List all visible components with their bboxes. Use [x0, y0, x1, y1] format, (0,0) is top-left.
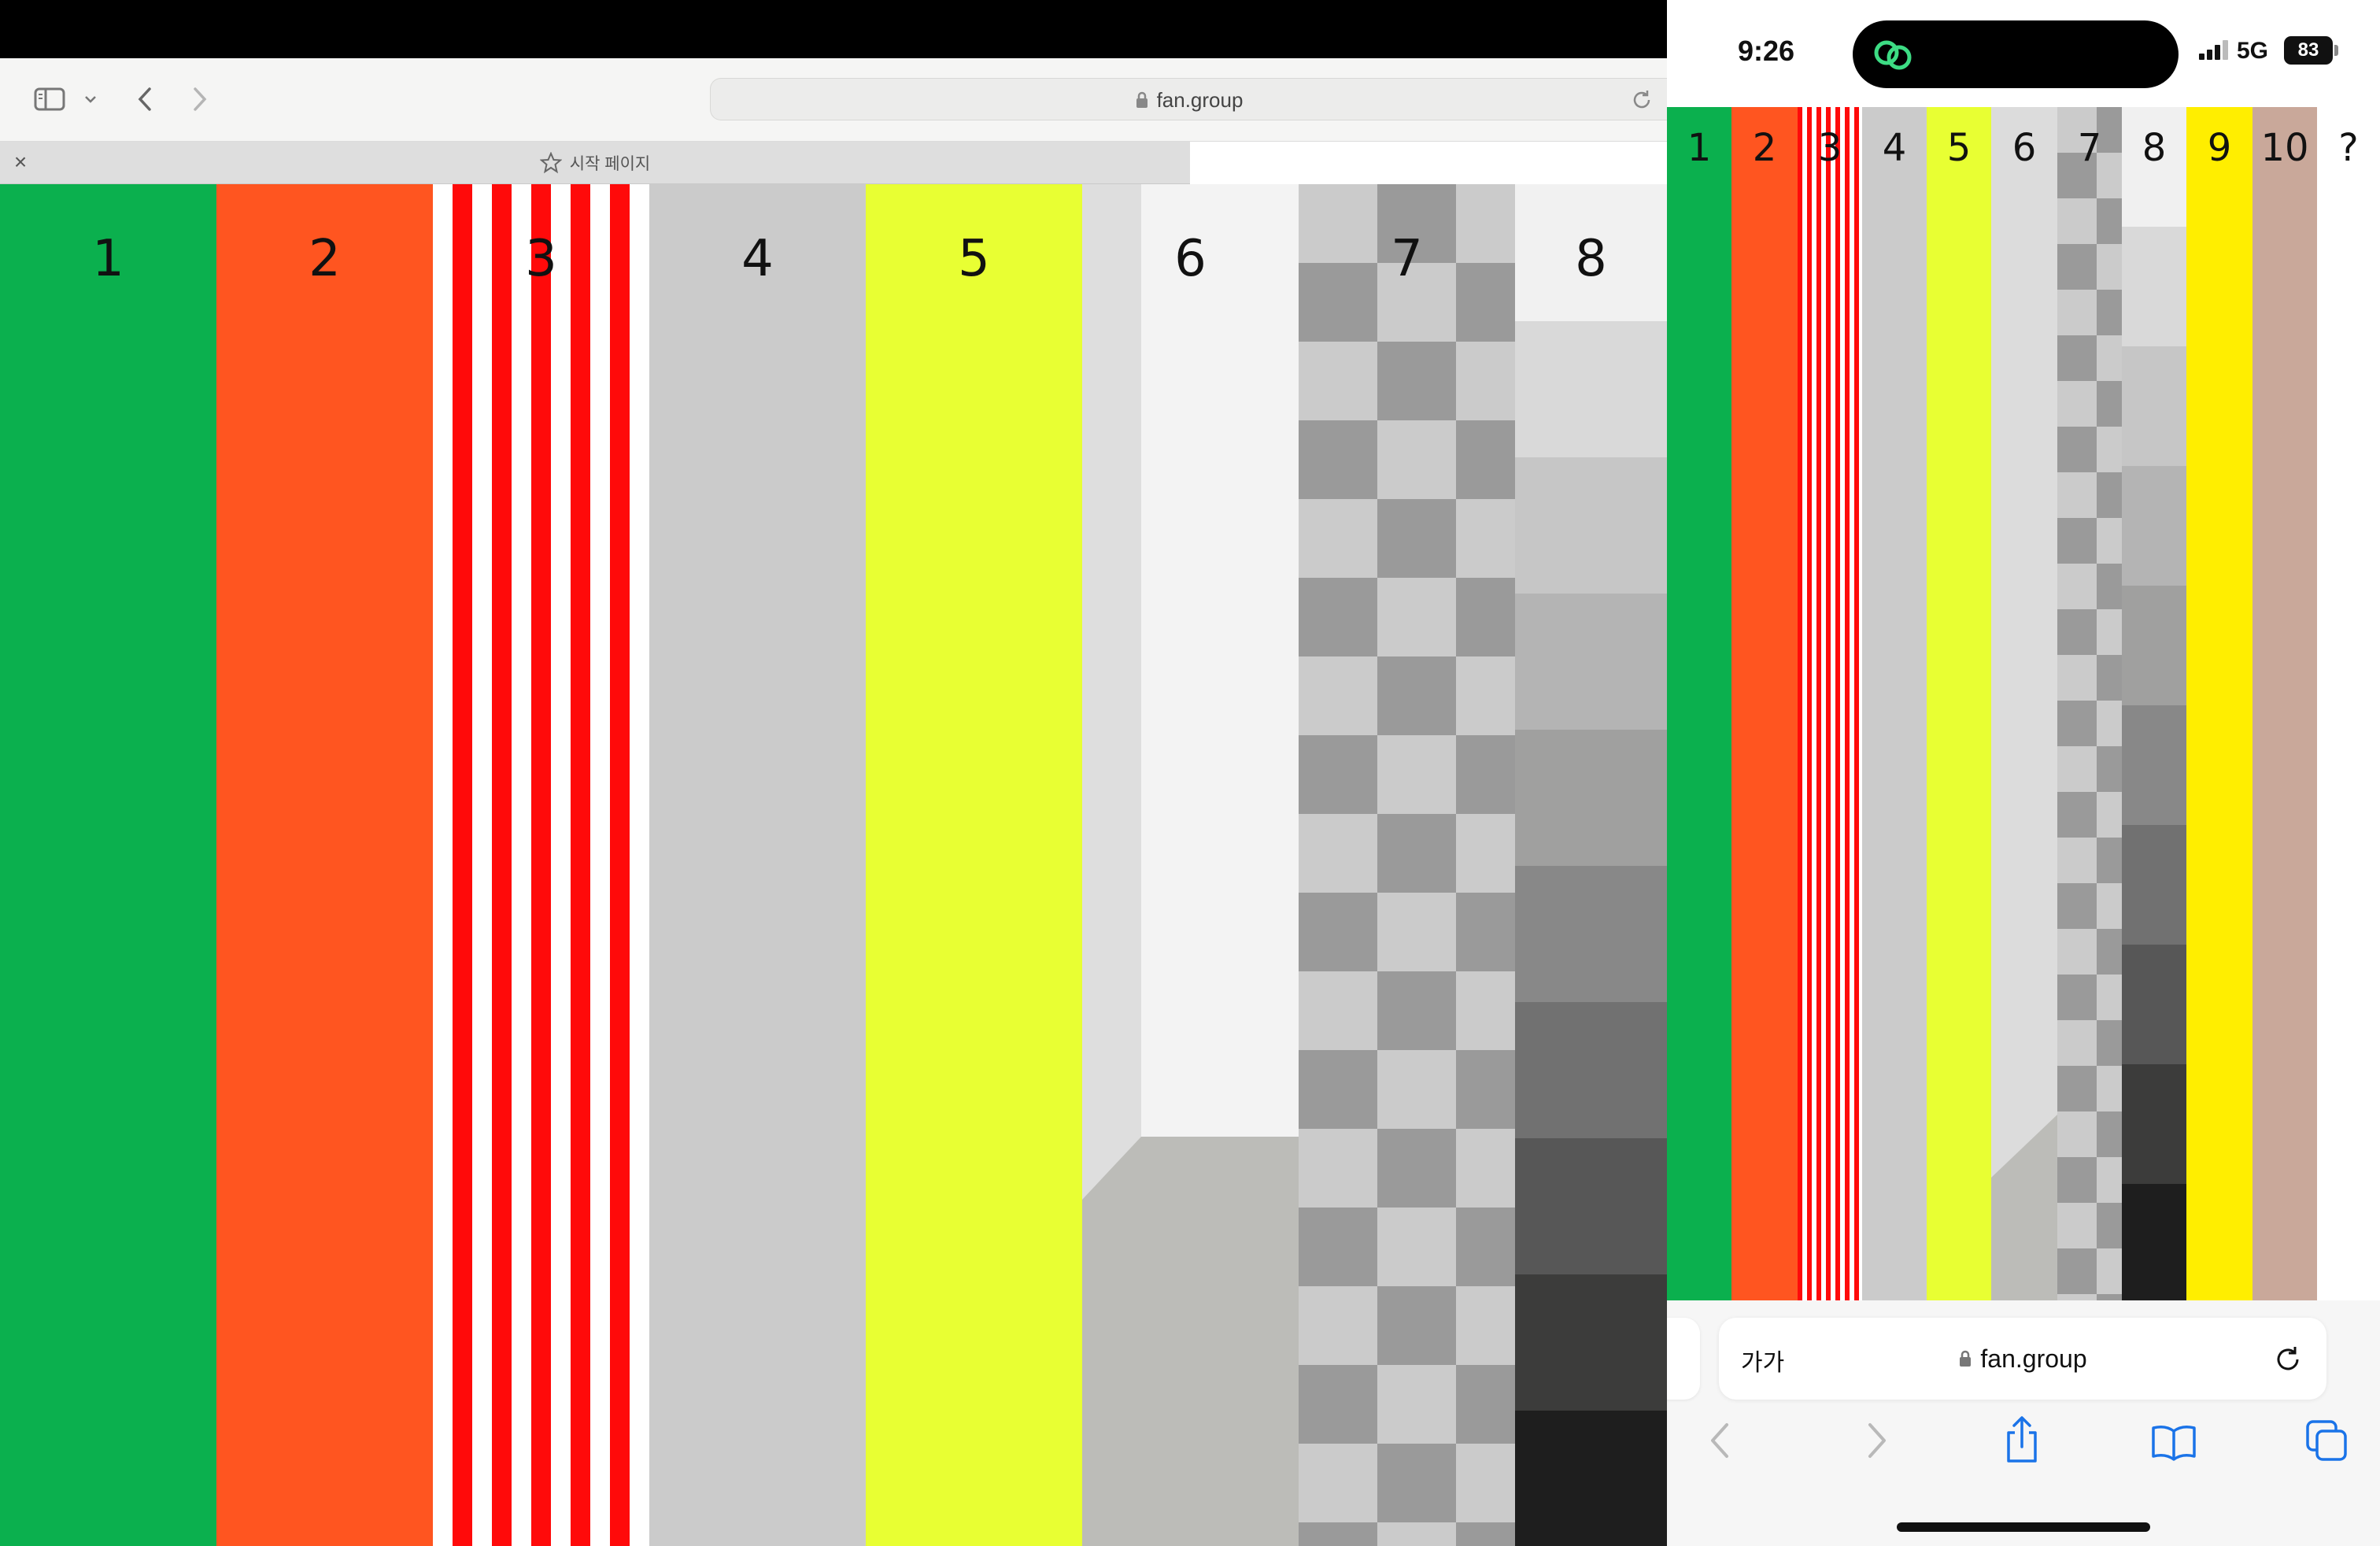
column-label: 6 [1174, 230, 1207, 288]
phone-test-pattern: 1 2 3 4 5 6 7 8 9 10 ? [1667, 107, 2380, 1300]
back-icon[interactable] [134, 82, 156, 117]
grayscale-steps [1515, 184, 1667, 1546]
gray-step [2122, 945, 2186, 1064]
gray-step [1515, 1274, 1667, 1411]
star-icon [539, 152, 562, 174]
forward-icon[interactable] [189, 82, 211, 117]
sidebar-icon[interactable] [31, 83, 68, 115]
column-4[interactable]: 4 [649, 184, 866, 1546]
network-type: 5G [2237, 38, 2269, 64]
column-8[interactable]: 8 [1515, 184, 1667, 1546]
reload-icon[interactable] [2273, 1344, 2303, 1374]
column-label: 5 [958, 230, 990, 288]
gray-step [2122, 227, 2186, 346]
url-text: fan.group [1156, 87, 1244, 112]
phone-column-5[interactable]: 5 [1927, 107, 1991, 1300]
grayscale-steps [2122, 107, 2186, 1300]
safari-bottom-bar: 가가 fan.group [1667, 1300, 2380, 1546]
previous-tab-peek[interactable] [1667, 1318, 1700, 1400]
reload-icon[interactable] [1631, 89, 1653, 111]
corner-pattern [1991, 1115, 2057, 1300]
column-label: 3 [1817, 126, 1842, 170]
column-label: 2 [309, 230, 341, 288]
column-label: 8 [2142, 126, 2167, 170]
gray-step [2122, 825, 2186, 945]
tab-title: 시작 페이지 [569, 155, 651, 173]
test-pattern-page: 1 2 3 4 5 6 7 8 [0, 184, 1667, 1546]
battery-icon: 83 [2284, 36, 2333, 65]
phone-column-2[interactable]: 2 [1731, 107, 1798, 1300]
column-1[interactable]: 1 [0, 184, 216, 1546]
gray-step [1515, 730, 1667, 866]
column-3[interactable]: 3 [433, 184, 649, 1546]
phone-column-8[interactable]: 8 [2122, 107, 2186, 1300]
gray-step [1515, 866, 1667, 1002]
battery-level: 83 [2297, 39, 2319, 61]
status-bar: 9:26 5G 83 [1667, 0, 2380, 107]
column-6[interactable]: 6 [1082, 184, 1299, 1546]
column-label: 6 [2012, 126, 2037, 170]
phone-column-3[interactable]: 3 [1798, 107, 1862, 1300]
gray-step [2122, 1064, 2186, 1184]
column-label: 4 [741, 230, 774, 288]
column-label: 10 [2260, 126, 2309, 170]
gray-step [1515, 1138, 1667, 1274]
column-2[interactable]: 2 [216, 184, 433, 1546]
column-label: 8 [1575, 230, 1607, 288]
url-text: fan.group [1980, 1344, 2087, 1373]
corner-pattern [1082, 184, 1299, 1546]
gray-step [2122, 466, 2186, 586]
gray-step [2122, 1184, 2186, 1300]
tab-bar: × 시작 페이지 [0, 142, 1190, 184]
gray-step [2122, 346, 2186, 466]
forward-icon[interactable] [1862, 1420, 1890, 1461]
column-label: 1 [1687, 126, 1712, 170]
home-indicator [1897, 1522, 2150, 1532]
column-label: 5 [1946, 126, 1972, 170]
phone-column-help[interactable]: ? [2317, 107, 2380, 1300]
safari-toolbar: fan.group [0, 58, 1667, 142]
phone-column-10[interactable]: 10 [2252, 107, 2317, 1300]
address-bar[interactable]: 가가 fan.group [1719, 1318, 2326, 1400]
phone-column-9[interactable]: 9 [2186, 107, 2252, 1300]
battery-cap [2334, 45, 2338, 56]
link-app-icon [1873, 36, 1913, 72]
mac-safari-window: fan.group × 시작 페이지 1 2 3 4 5 6 7 8 [0, 0, 1667, 1546]
column-label: 3 [525, 230, 557, 288]
address-bar[interactable]: fan.group [710, 78, 1667, 120]
gray-step [1515, 457, 1667, 594]
phone-column-7[interactable]: 7 [2057, 107, 2122, 1300]
column-label: ? [2338, 126, 2359, 170]
gray-step [1515, 594, 1667, 730]
tabs-icon[interactable] [2304, 1418, 2349, 1463]
gray-step [1515, 1002, 1667, 1138]
share-icon[interactable] [2002, 1415, 2042, 1464]
lock-icon [1135, 91, 1149, 109]
column-label: 7 [1391, 230, 1423, 288]
clock: 9:26 [1738, 35, 1795, 67]
column-label: 2 [1752, 126, 1777, 170]
mac-menu-area [0, 0, 1667, 58]
gray-step [1515, 1411, 1667, 1546]
back-icon[interactable] [1706, 1420, 1735, 1461]
gray-step [1515, 321, 1667, 457]
column-7[interactable]: 7 [1299, 184, 1515, 1546]
iphone-safari: 9:26 5G 83 1 2 3 4 5 6 7 8 9 10 ? 가가 fan… [1667, 0, 2380, 1546]
lock-icon [1958, 1349, 1972, 1368]
column-label: 4 [1882, 126, 1907, 170]
column-label: 1 [92, 230, 124, 288]
column-label: 7 [2077, 126, 2102, 170]
tab-start-page[interactable]: 시작 페이지 [0, 142, 1190, 184]
phone-column-4[interactable]: 4 [1862, 107, 1927, 1300]
chevron-down-icon[interactable] [82, 88, 99, 110]
bookmarks-icon[interactable] [2150, 1423, 2197, 1461]
phone-column-6[interactable]: 6 [1991, 107, 2057, 1300]
phone-column-1[interactable]: 1 [1667, 107, 1731, 1300]
column-label: 9 [2207, 126, 2232, 170]
column-5[interactable]: 5 [866, 184, 1082, 1546]
gray-step [2122, 705, 2186, 825]
signal-icon [2199, 39, 2230, 61]
gray-step [2122, 586, 2186, 705]
dynamic-island [1853, 20, 2179, 88]
